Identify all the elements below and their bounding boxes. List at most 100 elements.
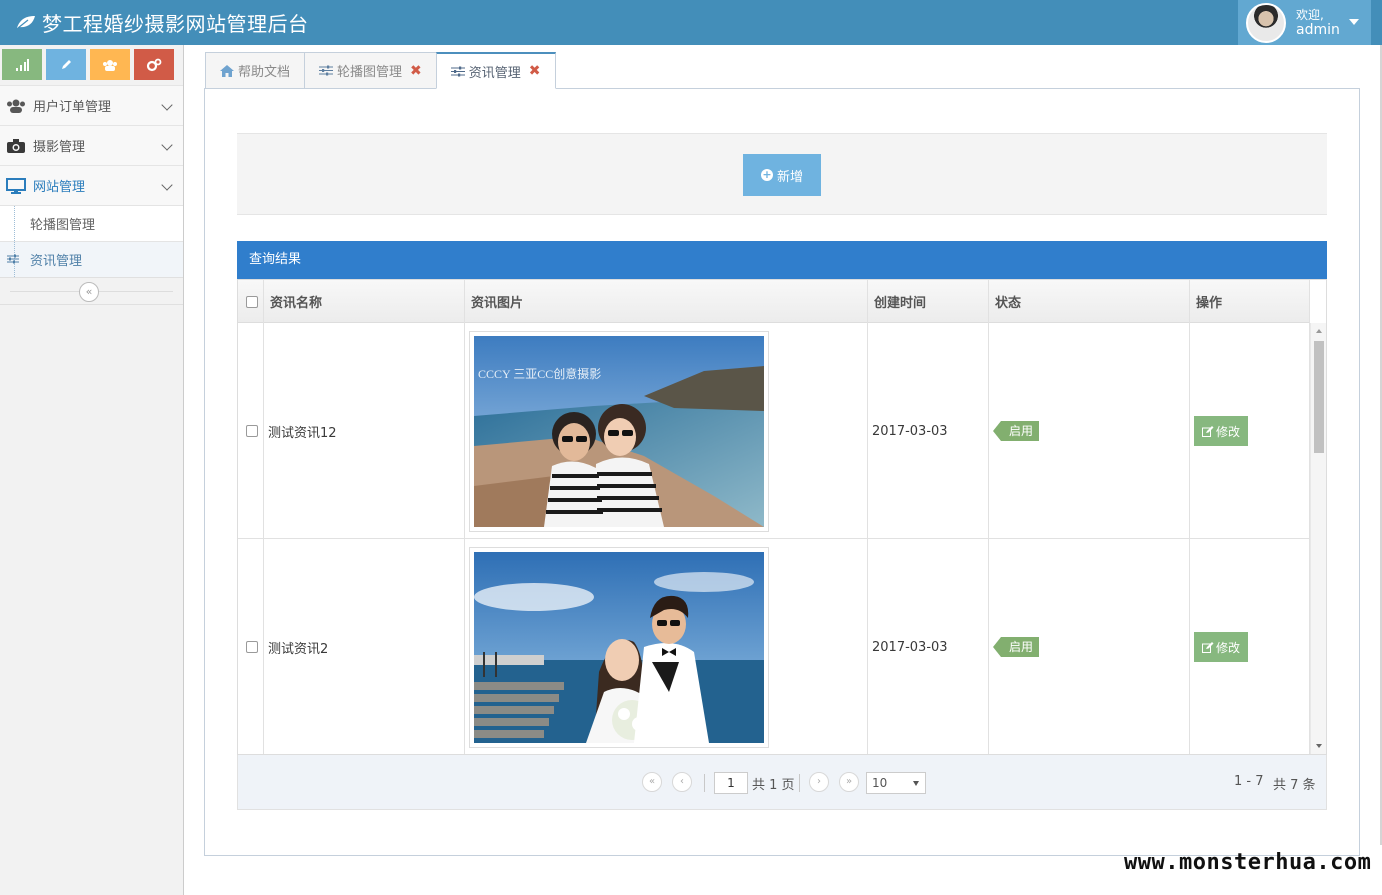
row-select-cell bbox=[238, 323, 264, 539]
add-button[interactable]: + 新增 bbox=[743, 154, 821, 196]
top-navbar: 梦工程婚纱摄影网站管理后台 欢迎, admin bbox=[0, 0, 1382, 45]
dropdown-arrow-icon bbox=[913, 781, 919, 786]
cogs-icon bbox=[146, 58, 162, 71]
edit-button-label: 修改 bbox=[1215, 640, 1240, 655]
sidebar-subitem-label: 轮播图管理 bbox=[30, 218, 96, 233]
pager-separator bbox=[704, 774, 705, 792]
pager: « ‹ 1 共 1 页 › » 10 1 - 7 共 7 条 bbox=[237, 755, 1327, 810]
shortcut-users-button[interactable] bbox=[90, 49, 130, 80]
chevron-down-icon bbox=[161, 179, 173, 191]
sidebar-subitem-label: 资讯管理 bbox=[30, 254, 83, 269]
next-page-button[interactable]: › bbox=[809, 772, 829, 792]
tab-help-docs[interactable]: 帮助文档 bbox=[205, 52, 306, 89]
edit-button-label: 修改 bbox=[1215, 424, 1240, 439]
news-grid: 资讯名称 资讯图片 创建时间 状态 操作 测试资讯12 CCCY 三亚CC创意摄… bbox=[237, 279, 1327, 755]
sidebar-item-photography[interactable]: 摄影管理 bbox=[0, 125, 183, 165]
edit-icon bbox=[1201, 425, 1214, 437]
sidebar-subitem-carousel[interactable]: 轮播图管理 bbox=[0, 205, 183, 241]
total-pages-text: 共 1 页 bbox=[752, 778, 795, 793]
camera-icon bbox=[6, 138, 26, 154]
users-icon bbox=[6, 98, 26, 114]
grid-header: 资讯名称 资讯图片 创建时间 状态 操作 bbox=[238, 280, 1310, 323]
desktop-icon bbox=[6, 177, 26, 194]
select-all-checkbox[interactable] bbox=[246, 295, 258, 308]
users-icon bbox=[103, 59, 117, 71]
sidebar-subitem-news[interactable]: 资讯管理 bbox=[0, 241, 183, 277]
sidebar-item-label: 摄影管理 bbox=[33, 140, 86, 155]
sliders-icon bbox=[7, 254, 19, 264]
page-number-input[interactable]: 1 bbox=[714, 772, 748, 794]
tab-news-management[interactable]: 资讯管理 ✖ bbox=[435, 52, 556, 89]
table-row[interactable]: 测试资讯12 CCCY 三亚CC创意摄影 2017-03-03 启用 修改 bbox=[238, 323, 1310, 539]
action-cell: 修改 bbox=[1190, 323, 1310, 539]
header-select-all[interactable] bbox=[238, 280, 264, 323]
brand[interactable]: 梦工程婚纱摄影网站管理后台 bbox=[16, 9, 309, 36]
collapse-sidebar-button[interactable]: « bbox=[79, 282, 99, 302]
created-date: 2017-03-03 bbox=[868, 539, 989, 754]
vertical-scrollbar[interactable] bbox=[1310, 323, 1326, 754]
news-title: 测试资讯2 bbox=[264, 539, 465, 754]
news-image-cell: CCCY 三亚CC创意摄影 bbox=[465, 323, 868, 539]
leaf-icon bbox=[17, 16, 35, 29]
sidebar-item-website[interactable]: 网站管理 bbox=[0, 165, 183, 205]
record-total-text: 共 7 条 bbox=[1273, 778, 1316, 793]
status-badge: 启用 bbox=[992, 637, 1040, 657]
column-header[interactable]: 资讯名称 bbox=[264, 280, 465, 323]
news-image[interactable]: CCCY 三亚CC创意摄影 bbox=[469, 330, 769, 532]
column-header[interactable]: 操作 bbox=[1190, 280, 1310, 323]
pencil-icon bbox=[62, 59, 71, 69]
news-image[interactable] bbox=[469, 546, 769, 748]
action-cell: 修改 bbox=[1190, 539, 1310, 754]
tab-carousel-management[interactable]: 轮播图管理 ✖ bbox=[304, 52, 437, 89]
user-greeting: 欢迎, bbox=[1296, 7, 1324, 22]
close-icon[interactable]: ✖ bbox=[410, 63, 422, 79]
sidebar: 用户订单管理 摄影管理 网站管理 轮播图管理 资讯管理 « bbox=[0, 45, 184, 895]
edit-button[interactable]: 修改 bbox=[1194, 632, 1248, 662]
beach-couple-photo: CCCY 三亚CC创意摄影 bbox=[474, 335, 764, 527]
status-cell: 启用 bbox=[989, 323, 1190, 539]
grid-caption: 查询结果 bbox=[237, 241, 1327, 279]
status-cell: 启用 bbox=[989, 539, 1190, 754]
column-header[interactable]: 资讯图片 bbox=[465, 280, 868, 323]
tab-label: 资讯管理 bbox=[468, 65, 521, 81]
caret-down-icon bbox=[1349, 19, 1359, 25]
sidebar-item-user-orders[interactable]: 用户订单管理 bbox=[0, 85, 183, 125]
user-menu[interactable]: 欢迎, admin bbox=[1238, 0, 1371, 45]
status-badge: 启用 bbox=[992, 421, 1040, 441]
page-size-select[interactable]: 10 bbox=[866, 772, 926, 794]
close-icon[interactable]: ✖ bbox=[529, 63, 541, 79]
sidebar-collapse-bar: « bbox=[0, 277, 183, 305]
plus-circle-icon: + bbox=[760, 168, 773, 181]
row-checkbox[interactable] bbox=[246, 641, 258, 653]
tab-label: 轮播图管理 bbox=[337, 65, 403, 80]
user-name: admin bbox=[1296, 21, 1340, 38]
chevron-down-icon bbox=[161, 139, 173, 151]
last-page-button[interactable]: » bbox=[839, 772, 859, 792]
table-row[interactable]: 测试资讯2 2017-03-03 启用 修改 bbox=[238, 539, 1310, 754]
app-title: 梦工程婚纱摄影网站管理后台 bbox=[42, 11, 309, 36]
shortcut-cogs-button[interactable] bbox=[134, 49, 174, 80]
scrollbar-thumb[interactable] bbox=[1314, 341, 1324, 453]
tab-bar: 帮助文档 轮播图管理 ✖ 资讯管理 ✖ bbox=[205, 52, 556, 89]
add-button-label: 新增 bbox=[776, 169, 803, 185]
scroll-up-icon[interactable] bbox=[1316, 329, 1322, 333]
scroll-down-icon[interactable] bbox=[1316, 744, 1322, 748]
column-header[interactable]: 创建时间 bbox=[868, 280, 989, 323]
sidebar-item-label: 用户订单管理 bbox=[33, 100, 112, 115]
edit-button[interactable]: 修改 bbox=[1194, 416, 1248, 446]
sliders-icon bbox=[319, 65, 334, 76]
site-watermark: www.monsterhua.com bbox=[1124, 850, 1372, 875]
prev-page-button[interactable]: ‹ bbox=[672, 772, 692, 792]
svg-text:CCCY 三亚CC创意摄影: CCCY 三亚CC创意摄影 bbox=[478, 366, 601, 381]
shortcut-bar bbox=[0, 45, 183, 85]
sidebar-item-label: 网站管理 bbox=[33, 180, 86, 195]
shortcut-signal-button[interactable] bbox=[2, 49, 42, 80]
shortcut-pencil-button[interactable] bbox=[46, 49, 86, 80]
chevron-down-icon bbox=[161, 99, 173, 111]
first-page-button[interactable]: « bbox=[642, 772, 662, 792]
home-icon bbox=[220, 64, 234, 77]
row-select-cell bbox=[238, 539, 264, 754]
news-image-cell bbox=[465, 539, 868, 754]
column-header[interactable]: 状态 bbox=[989, 280, 1190, 323]
row-checkbox[interactable] bbox=[246, 425, 258, 437]
